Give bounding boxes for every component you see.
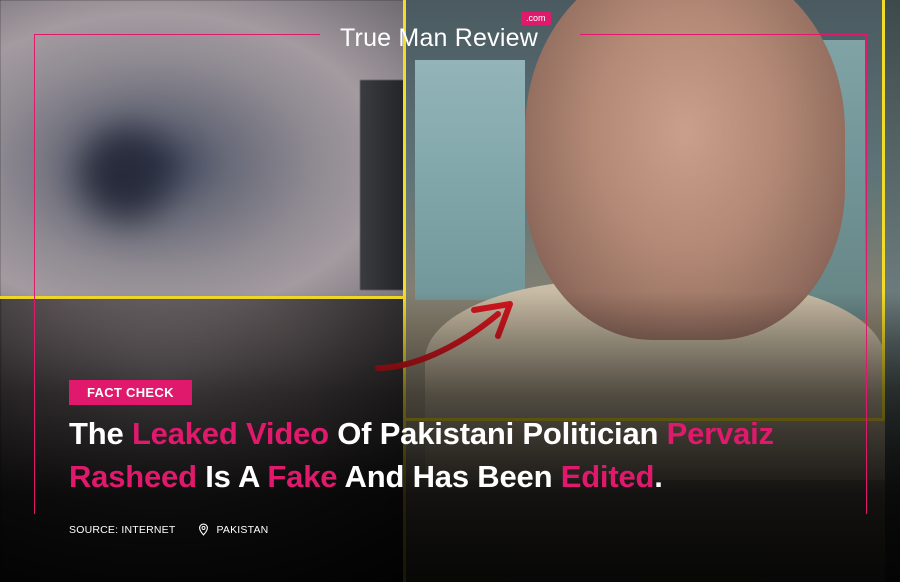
headline-highlight: Fake — [267, 459, 338, 494]
headline-highlight: Edited — [560, 459, 655, 494]
location-label: PAKISTAN — [216, 523, 269, 536]
pink-frame-line — [34, 34, 35, 514]
headline-highlight: Leaked Video — [131, 416, 329, 451]
article-meta: SOURCE: INTERNET PAKISTAN — [69, 523, 268, 536]
headline-segment: . — [654, 459, 663, 494]
logo-badge: .com — [521, 12, 551, 25]
site-logo[interactable]: True Man Review .com — [340, 12, 560, 53]
location: PAKISTAN — [197, 523, 268, 536]
headline-segment: The — [69, 416, 132, 451]
source-label: SOURCE: INTERNET — [69, 523, 176, 536]
pink-frame-line — [34, 34, 320, 35]
article-thumbnail: True Man Review .com FACT CHECK The Leak… — [0, 0, 900, 582]
headline-segment: And Has Been — [337, 459, 561, 494]
pink-frame-line — [580, 34, 867, 35]
map-pin-icon — [199, 523, 209, 536]
headline-segment: Is A — [196, 459, 268, 494]
headline[interactable]: The Leaked Video Of Pakistani Politician… — [69, 412, 869, 498]
logo-name: True Man Review — [340, 24, 538, 52]
headline-segment: Of Pakistani Politician — [328, 416, 667, 451]
category-badge[interactable]: FACT CHECK — [69, 380, 192, 405]
